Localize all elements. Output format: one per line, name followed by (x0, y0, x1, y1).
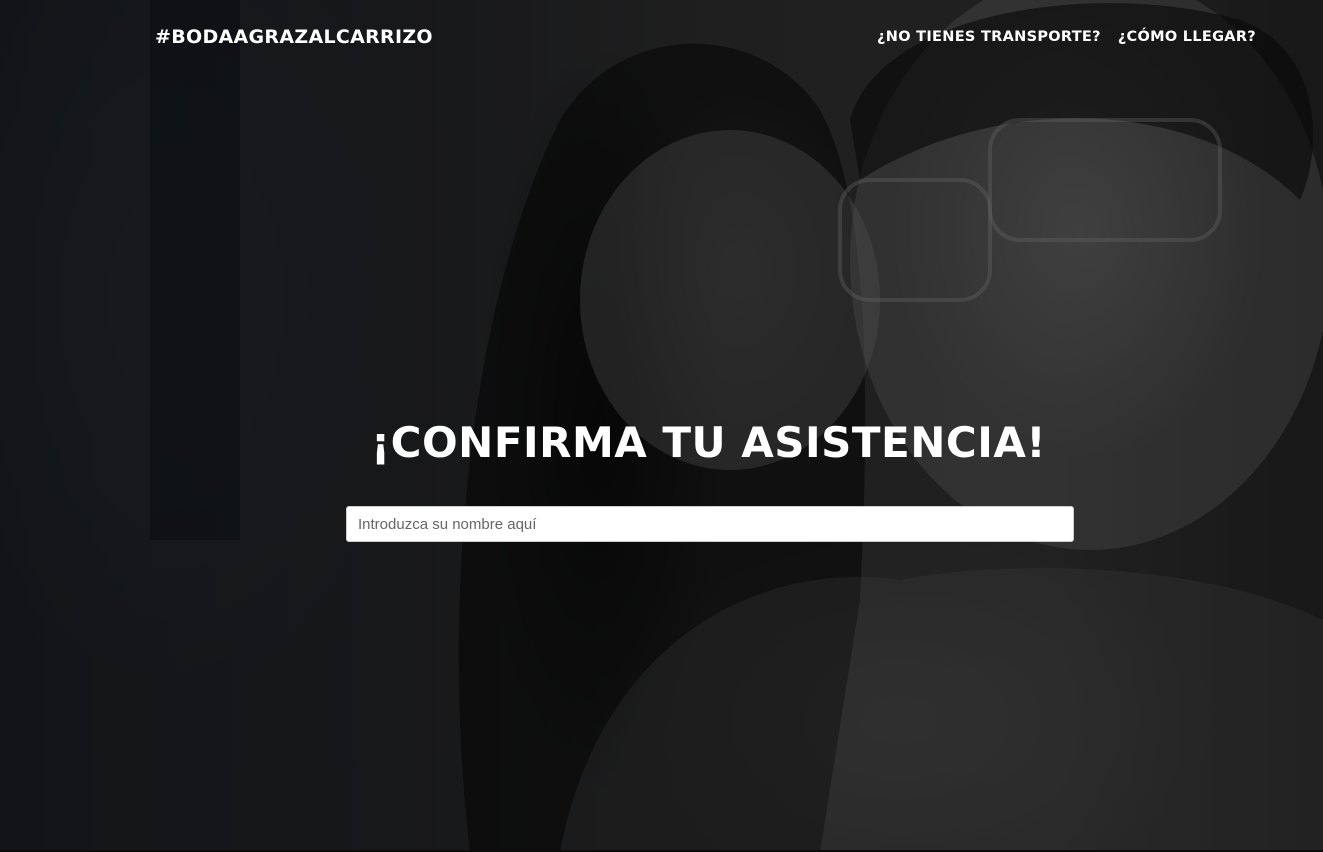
nav-link-transport[interactable]: ¿NO TIENES TRANSPORTE? (877, 29, 1101, 45)
page-title: ¡CONFIRMA TU ASISTENCIA! (370, 418, 1047, 467)
brand-hashtag-link[interactable]: #BODAAGRAZALCARRIZO (155, 26, 433, 48)
name-input[interactable] (346, 506, 1074, 542)
top-nav: ¿NO TIENES TRANSPORTE? ¿CÓMO LLEGAR? (877, 29, 1256, 45)
nav-link-directions[interactable]: ¿CÓMO LLEGAR? (1118, 29, 1256, 45)
hero-section: #BODAAGRAZALCARRIZO ¿NO TIENES TRANSPORT… (0, 0, 1323, 852)
